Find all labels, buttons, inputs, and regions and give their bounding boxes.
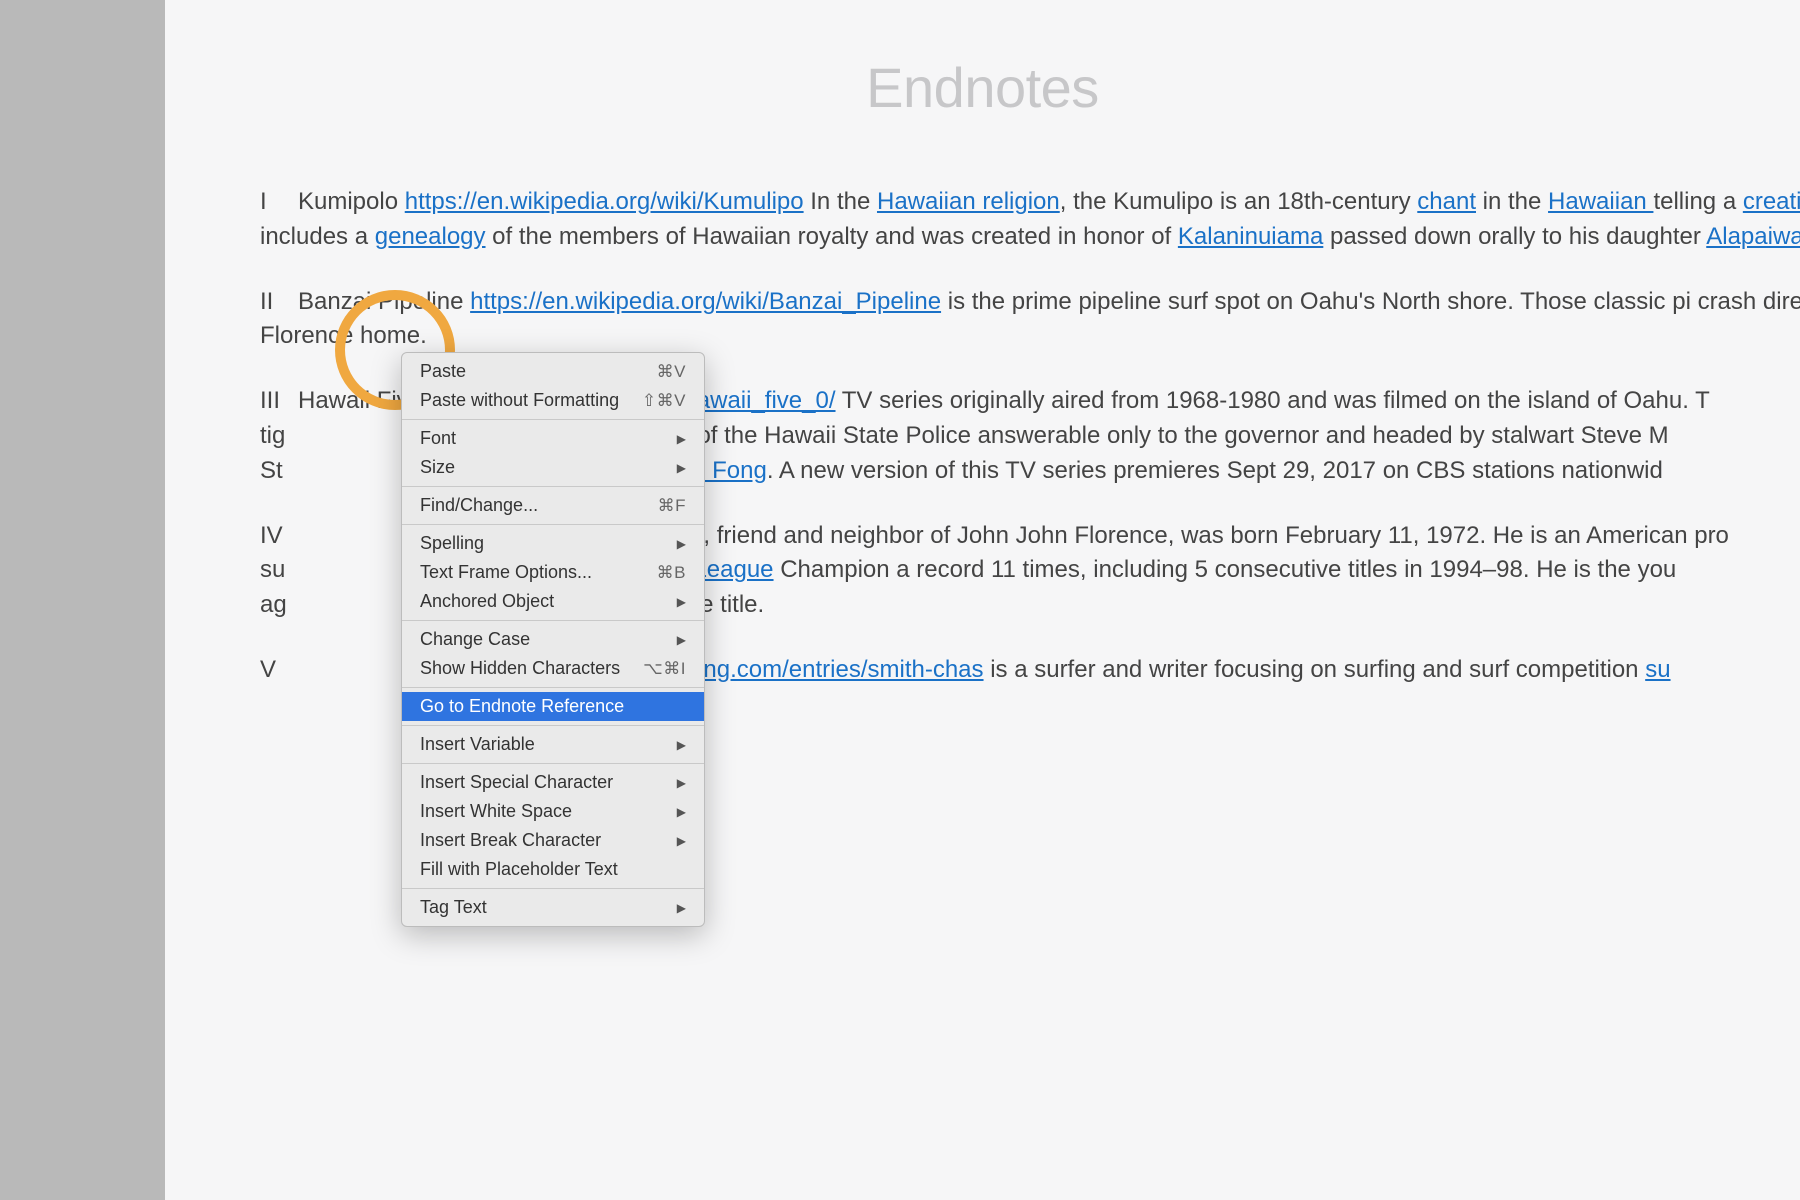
hyperlink[interactable]: su xyxy=(1645,656,1670,683)
hyperlink[interactable]: surfing.com/entries/smith-chas xyxy=(658,656,983,683)
submenu-arrow-icon: ▶ xyxy=(677,738,686,752)
body-text: is a surfer and writer focusing on surfi… xyxy=(984,656,1646,683)
body-text: Kumipolo xyxy=(298,188,405,215)
body-text: in the xyxy=(1476,188,1548,215)
menu-separator xyxy=(402,725,704,726)
menu-item-label: Font xyxy=(420,428,456,449)
submenu-arrow-icon: ▶ xyxy=(677,595,686,609)
body-text: passed down orally to his daughter xyxy=(1323,223,1706,250)
pasteboard-sidebar xyxy=(0,0,165,1200)
menu-item-label: Paste without Formatting xyxy=(420,390,619,411)
menu-item[interactable]: Paste ⌘V xyxy=(402,357,704,386)
hyperlink[interactable]: https://en.wikipedia.org/wiki/Kumulipo xyxy=(405,188,804,215)
menu-item-shortcut: ⌘F xyxy=(658,496,686,516)
menu-item-label: Size xyxy=(420,457,455,478)
menu-separator xyxy=(402,620,704,621)
menu-separator xyxy=(402,888,704,889)
menu-item[interactable]: Spelling ▶ xyxy=(402,529,704,558)
menu-item[interactable]: Insert Variable ▶ xyxy=(402,730,704,759)
menu-item-label: Anchored Object xyxy=(420,591,554,612)
menu-separator xyxy=(402,687,704,688)
menu-item-label: Change Case xyxy=(420,629,530,650)
menu-item[interactable]: Fill with Placeholder Text xyxy=(402,855,704,884)
menu-item-label: Insert White Space xyxy=(420,801,572,822)
hyperlink[interactable]: https://en.wikipedia.org/wiki/Banzai_Pip… xyxy=(470,288,941,315)
document-page: Endnotes IKumipolo https://en.wikipedia.… xyxy=(165,0,1800,1200)
menu-item[interactable]: Font ▶ xyxy=(402,424,704,453)
submenu-arrow-icon: ▶ xyxy=(677,432,686,446)
menu-item-label: Tag Text xyxy=(420,897,487,918)
menu-item-label: Spelling xyxy=(420,533,484,554)
submenu-arrow-icon: ▶ xyxy=(677,776,686,790)
hyperlink[interactable]: Kalaninuiama xyxy=(1178,223,1323,250)
submenu-arrow-icon: ▶ xyxy=(677,834,686,848)
menu-item[interactable]: Paste without Formatting ⇧⌘V xyxy=(402,386,704,415)
submenu-arrow-icon: ▶ xyxy=(677,537,686,551)
body-text: telling a xyxy=(1653,188,1742,215)
menu-item-shortcut: ⇧⌘V xyxy=(642,391,686,411)
menu-item-shortcut: ⌘B xyxy=(657,563,686,583)
menu-item[interactable]: Go to Endnote Reference xyxy=(402,692,704,721)
hyperlink[interactable]: Hawaiian xyxy=(1548,188,1653,215)
endnote-entry[interactable]: IIBanzai Pipeline https://en.wikipedia.o… xyxy=(260,285,1800,355)
context-menu[interactable]: Paste⌘VPaste without Formatting⇧⌘VFont▶S… xyxy=(401,352,705,927)
menu-item[interactable]: Change Case ▶ xyxy=(402,625,704,654)
menu-item-label: Go to Endnote Reference xyxy=(420,696,624,717)
hyperlink[interactable]: genealogy xyxy=(375,223,486,250)
body-text: Banzai Pipeline xyxy=(298,288,470,315)
menu-item[interactable]: Tag Text ▶ xyxy=(402,893,704,922)
menu-item[interactable]: Anchored Object ▶ xyxy=(402,587,704,616)
menu-item-label: Fill with Placeholder Text xyxy=(420,859,618,880)
body-text: , the Kumulipo is an 18th-century xyxy=(1060,188,1418,215)
endnote-numeral: IV xyxy=(260,519,298,554)
endnote-numeral: II xyxy=(260,285,298,320)
menu-item[interactable]: Show Hidden Characters ⌥⌘I xyxy=(402,654,704,683)
menu-item-label: Insert Variable xyxy=(420,734,535,755)
hyperlink[interactable]: creation story xyxy=(1743,188,1800,215)
menu-separator xyxy=(402,419,704,420)
submenu-arrow-icon: ▶ xyxy=(677,805,686,819)
submenu-arrow-icon: ▶ xyxy=(677,461,686,475)
menu-item-shortcut: ⌘V xyxy=(657,362,686,382)
submenu-arrow-icon: ▶ xyxy=(677,901,686,915)
menu-item[interactable]: Insert Break Character ▶ xyxy=(402,826,704,855)
submenu-arrow-icon: ▶ xyxy=(677,633,686,647)
hyperlink[interactable]: chant xyxy=(1417,188,1476,215)
menu-item[interactable]: Find/Change... ⌘F xyxy=(402,491,704,520)
body-text: of the members of Hawaiian royalty and w… xyxy=(486,223,1178,250)
menu-item-label: Insert Special Character xyxy=(420,772,613,793)
menu-item-label: Find/Change... xyxy=(420,495,538,516)
menu-item-label: Insert Break Character xyxy=(420,830,601,851)
menu-item[interactable]: Size ▶ xyxy=(402,453,704,482)
endnote-numeral: I xyxy=(260,185,298,220)
menu-separator xyxy=(402,524,704,525)
menu-item[interactable]: Insert White Space ▶ xyxy=(402,797,704,826)
menu-item[interactable]: Text Frame Options... ⌘B xyxy=(402,558,704,587)
endnote-numeral: III xyxy=(260,384,298,419)
menu-separator xyxy=(402,763,704,764)
endnote-entry[interactable]: IKumipolo https://en.wikipedia.org/wiki/… xyxy=(260,180,1800,255)
hyperlink[interactable]: Hawaiian religion xyxy=(877,188,1060,215)
page-title: Endnotes xyxy=(165,55,1800,120)
body-text: In the xyxy=(804,188,877,215)
menu-separator xyxy=(402,486,704,487)
body-text: . A new version of this TV series premie… xyxy=(767,457,1663,484)
endnote-numeral: V xyxy=(260,653,298,688)
menu-item[interactable]: Insert Special Character ▶ xyxy=(402,768,704,797)
menu-item-label: Paste xyxy=(420,361,466,382)
menu-item-label: Show Hidden Characters xyxy=(420,658,620,679)
menu-item-shortcut: ⌥⌘I xyxy=(643,659,686,679)
hyperlink[interactable]: Alapaiwahine xyxy=(1706,223,1800,250)
menu-item-label: Text Frame Options... xyxy=(420,562,592,583)
